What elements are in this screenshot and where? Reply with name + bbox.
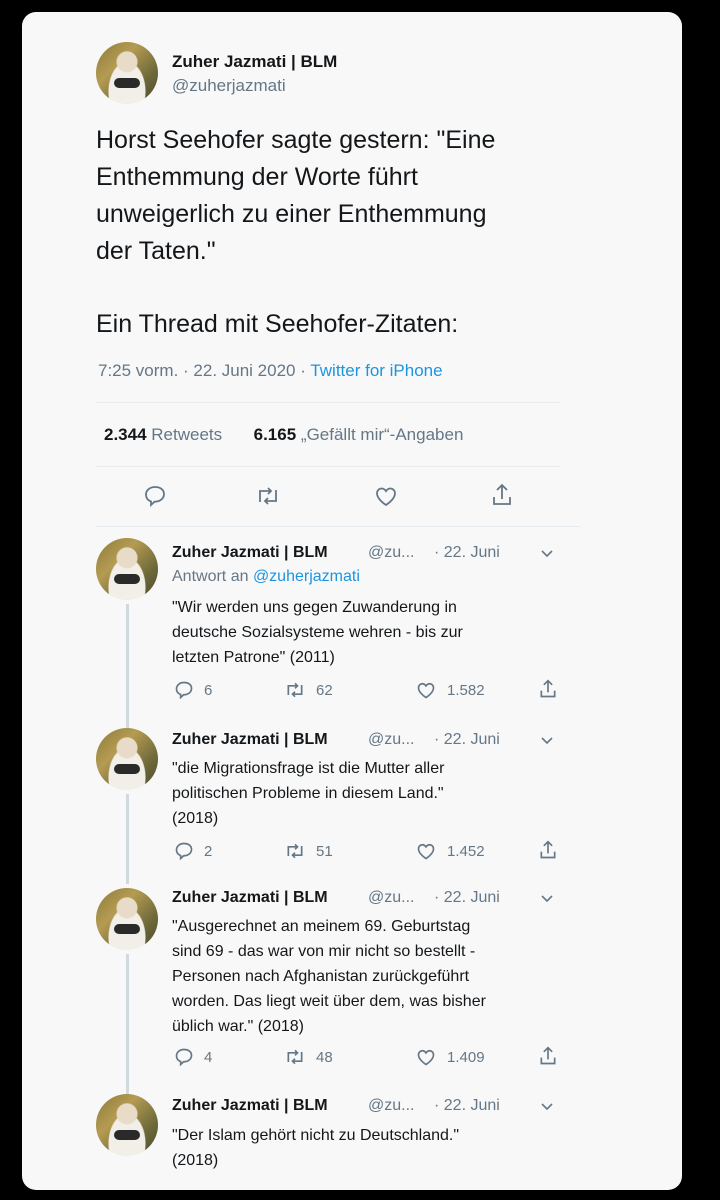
reply-author-name[interactable]: Zuher Jazmati | BLM <box>172 731 328 749</box>
retweet-count: 51 <box>316 842 333 860</box>
like-icon[interactable] <box>415 841 437 861</box>
tweet-text-line: Enthemmung der Worte führt <box>96 163 418 191</box>
reply-text-line: (2018) <box>172 1152 219 1169</box>
like-count: 1.409 <box>447 1048 485 1066</box>
thread-line <box>126 954 129 1100</box>
thread-line <box>126 604 129 730</box>
reply-action[interactable]: 2 <box>174 841 212 861</box>
reply-text-line: üblich war." (2018) <box>172 1018 304 1035</box>
reply-author-name[interactable]: Zuher Jazmati | BLM <box>172 889 328 907</box>
retweet-icon[interactable] <box>284 680 306 700</box>
reply-avatar[interactable] <box>96 538 158 600</box>
thread-line <box>126 794 129 884</box>
share-icon[interactable] <box>538 839 558 861</box>
divider <box>96 526 580 527</box>
tweet-text-line: Ein Thread mit Seehofer-Zitaten: <box>96 310 459 338</box>
reply-count: 2 <box>204 842 213 860</box>
reply-to-line: Antwort an @zuherjazmati <box>172 568 360 586</box>
retweet-label[interactable]: Retweets <box>151 425 222 444</box>
like-icon[interactable] <box>415 1047 437 1067</box>
like-action[interactable]: 1.452 <box>415 841 485 861</box>
author-handle[interactable]: @zuherjazmati <box>172 76 286 96</box>
tweet-card: Zuher Jazmati | BLM @zuherjazmati Horst … <box>22 12 682 1190</box>
tweet-text-line: der Taten." <box>96 237 216 265</box>
reply-text-line: (2018) <box>172 810 219 827</box>
chevron-down-icon[interactable] <box>540 733 554 747</box>
reply-count: 6 <box>204 681 213 699</box>
tweet-timestamp[interactable]: 7:25 vorm. · 22. Juni 2020 · Twitter for… <box>98 361 443 381</box>
retweet-icon[interactable] <box>255 484 281 508</box>
reply-handle[interactable]: @zu... <box>368 731 414 749</box>
reply-action[interactable]: 4 <box>174 1047 212 1067</box>
reply-action[interactable]: 6 <box>174 680 212 700</box>
reply-author-name[interactable]: Zuher Jazmati | BLM <box>172 1097 328 1115</box>
like-count: 1.582 <box>447 681 485 699</box>
like-icon[interactable] <box>373 484 399 508</box>
tweet-time[interactable]: 7:25 vorm. · 22. Juni 2020 · <box>98 361 306 380</box>
reply-handle[interactable]: @zu... <box>368 544 414 562</box>
reply-text-line: "die Migrationsfrage ist die Mutter alle… <box>172 760 445 777</box>
author-avatar[interactable] <box>96 42 158 104</box>
engagement-counts: 2.344 Retweets 6.165 „Gefällt mir“-Angab… <box>104 425 463 445</box>
reply-date[interactable]: · 22. Juni <box>434 1097 500 1115</box>
reply-text-line: "Der Islam gehört nicht zu Deutschland." <box>172 1127 460 1144</box>
reply-text-line: Personen nach Afghanistan zurückgeführt <box>172 968 470 985</box>
tweet-text-line: Horst Seehofer sagte gestern: "Eine <box>96 126 496 154</box>
reply-date[interactable]: · 22. Juni <box>434 889 500 907</box>
like-action[interactable]: 1.582 <box>415 680 485 700</box>
like-count[interactable]: 6.165 <box>254 425 297 444</box>
share-icon[interactable] <box>490 482 514 508</box>
reply-text-line: "Wir werden uns gegen Zuwanderung in <box>172 599 457 616</box>
reply-text-line: "Ausgerechnet an meinem 69. Geburtstag <box>172 918 471 935</box>
reply-icon[interactable] <box>174 841 194 861</box>
reply-text-line: sind 69 - das war von mir nicht so beste… <box>172 943 476 960</box>
divider <box>96 466 560 467</box>
reply-date[interactable]: · 22. Juni <box>434 544 500 562</box>
chevron-down-icon[interactable] <box>540 891 554 905</box>
divider <box>96 402 560 403</box>
like-action[interactable]: 1.409 <box>415 1047 485 1067</box>
reply-icon[interactable] <box>174 680 194 700</box>
like-label[interactable]: „Gefällt mir“-Angaben <box>301 425 464 444</box>
reply-text-line: letzten Patrone" (2011) <box>172 649 335 666</box>
reply-to-handle[interactable]: @zuherjazmati <box>253 568 360 585</box>
like-icon[interactable] <box>415 680 437 700</box>
reply-to-prefix: Antwort an <box>172 568 249 585</box>
reply-icon[interactable] <box>174 1047 194 1067</box>
retweet-count: 62 <box>316 681 333 699</box>
reply-icon[interactable] <box>143 484 167 508</box>
reply-count: 4 <box>204 1048 213 1066</box>
like-count: 1.452 <box>447 842 485 860</box>
share-icon[interactable] <box>538 1045 558 1067</box>
retweet-count[interactable]: 2.344 <box>104 425 147 444</box>
chevron-down-icon[interactable] <box>540 546 554 560</box>
reply-text-line: deutsche Sozialsysteme wehren - bis zur <box>172 624 463 641</box>
reply-author-name[interactable]: Zuher Jazmati | BLM <box>172 544 328 562</box>
chevron-down-icon[interactable] <box>540 1099 554 1113</box>
tweet-text-line: unweigerlich zu einer Enthemmung <box>96 200 487 228</box>
reply-avatar[interactable] <box>96 728 158 790</box>
reply-date[interactable]: · 22. Juni <box>434 731 500 749</box>
retweet-count: 48 <box>316 1048 333 1066</box>
reply-handle[interactable]: @zu... <box>368 889 414 907</box>
reply-text-line: politischen Probleme in diesem Land." <box>172 785 444 802</box>
reply-avatar[interactable] <box>96 1094 158 1156</box>
reply-avatar[interactable] <box>96 888 158 950</box>
reply-text-line: worden. Das liegt weit über dem, was bis… <box>172 993 486 1010</box>
retweet-icon[interactable] <box>284 1047 306 1067</box>
share-icon[interactable] <box>538 678 558 700</box>
retweet-action[interactable]: 62 <box>284 680 333 700</box>
retweet-action[interactable]: 51 <box>284 841 333 861</box>
retweet-icon[interactable] <box>284 841 306 861</box>
retweet-action[interactable]: 48 <box>284 1047 333 1067</box>
reply-handle[interactable]: @zu... <box>368 1097 414 1115</box>
tweet-source-link[interactable]: Twitter for iPhone <box>310 361 442 380</box>
author-name[interactable]: Zuher Jazmati | BLM <box>172 52 337 72</box>
